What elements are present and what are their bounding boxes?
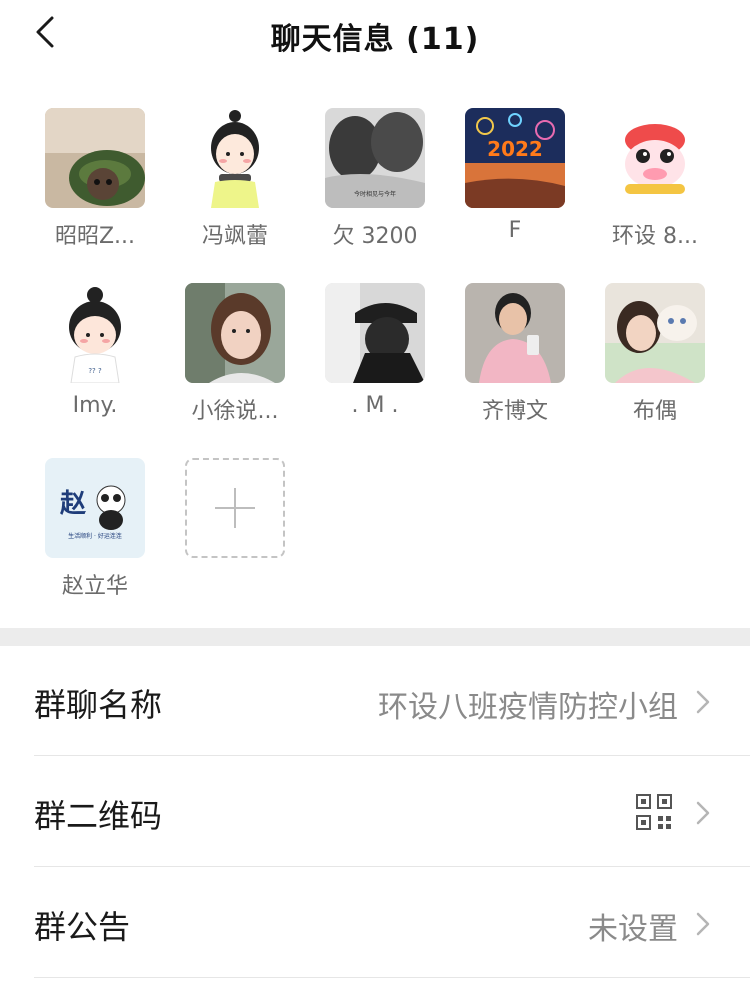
page-title: 聊天信息 (11) — [270, 22, 480, 57]
member-name: 赵立华 — [61, 574, 128, 599]
shirt-print: ?? ? — [88, 367, 102, 375]
member-name: . M . — [351, 393, 399, 418]
add-member-button[interactable] — [185, 458, 285, 558]
plus-icon-vertical — [234, 488, 236, 528]
member-item[interactable]: 冯飒蕾 — [165, 108, 305, 250]
member-item[interactable]: 小徐说... — [165, 283, 305, 425]
member-item[interactable]: 齐博文 — [445, 283, 585, 425]
group-name-row[interactable]: 群聊名称 环设八班疫情防控小组 — [0, 646, 750, 756]
member-avatar — [605, 108, 705, 208]
group-name-value: 环设八班疫情防控小组 — [378, 690, 678, 725]
chevron-right-icon — [696, 912, 710, 936]
chevron-right-icon — [696, 690, 710, 714]
zhao-char: 赵 — [59, 489, 87, 519]
member-name: 昭昭Z... — [54, 224, 136, 249]
row-divider — [34, 755, 750, 756]
girl-portrait-icon — [185, 283, 285, 383]
section-separator — [0, 628, 750, 646]
group-qr-row[interactable]: 群二维码 — [0, 757, 750, 867]
row-divider — [34, 866, 750, 867]
cartoon-girl-bun-icon: ?? ? — [45, 283, 145, 383]
member-item[interactable]: 布偶 — [585, 283, 725, 425]
member-avatar — [325, 283, 425, 383]
member-name: 欠 3200 — [332, 224, 418, 249]
member-item[interactable]: 2022 F — [445, 108, 585, 243]
lion-dance-icon — [605, 108, 705, 208]
member-item[interactable]: ?? ? Imy. — [25, 283, 165, 418]
member-name: 环设 8... — [612, 224, 698, 249]
member-avatar — [185, 283, 285, 383]
member-avatar: 2022 — [465, 108, 565, 208]
member-name: 齐博文 — [481, 399, 548, 424]
group-announcement-row[interactable]: 群公告 未设置 — [0, 868, 750, 978]
hat-cat-photo-icon — [45, 108, 145, 208]
top-bar: 聊天信息 (11) — [0, 0, 750, 70]
member-item[interactable]: 赵 生活顺利 · 好运连连 赵立华 — [25, 458, 165, 600]
member-avatar: 今时相见与今年 — [325, 108, 425, 208]
member-name: 小徐说... — [191, 399, 279, 424]
row-divider — [34, 977, 750, 978]
member-avatar — [185, 108, 285, 208]
year-text: 2022 — [487, 137, 543, 161]
dark-cap-person-icon — [325, 283, 425, 383]
qr-code-icon — [636, 794, 672, 830]
man-pink-hoodie-icon — [465, 283, 565, 383]
row-label: 群公告 — [34, 908, 131, 946]
member-avatar — [465, 283, 565, 383]
member-item[interactable]: 昭昭Z... — [25, 108, 165, 250]
member-item[interactable]: . M . — [305, 283, 445, 418]
member-name: Imy. — [72, 393, 118, 418]
fireworks-2022-icon: 2022 — [465, 108, 565, 208]
member-avatar: ?? ? — [45, 283, 145, 383]
zhao-caption: 生活顺利 · 好运连连 — [68, 532, 122, 540]
girl-with-cat-icon — [605, 283, 705, 383]
member-avatar: 赵 生活顺利 · 好运连连 — [45, 458, 145, 558]
chevron-right-icon — [696, 801, 710, 825]
bw-couple-photo-icon: 今时相见与今年 — [325, 108, 425, 208]
member-name: 冯飒蕾 — [201, 224, 268, 249]
member-item[interactable]: 环设 8... — [585, 108, 725, 250]
announcement-value: 未设置 — [588, 912, 678, 947]
member-name: 布偶 — [632, 399, 677, 424]
member-item[interactable]: 今时相见与今年 欠 3200 — [305, 108, 445, 250]
member-name: F — [508, 218, 522, 243]
row-label: 群二维码 — [34, 797, 163, 835]
photo-caption: 今时相见与今年 — [354, 190, 396, 198]
zhao-panda-icon: 赵 生活顺利 · 好运连连 — [45, 458, 145, 558]
member-avatar — [45, 108, 145, 208]
cartoon-girl-scarf-icon — [185, 108, 285, 208]
member-avatar — [605, 283, 705, 383]
row-label: 群聊名称 — [34, 686, 163, 724]
